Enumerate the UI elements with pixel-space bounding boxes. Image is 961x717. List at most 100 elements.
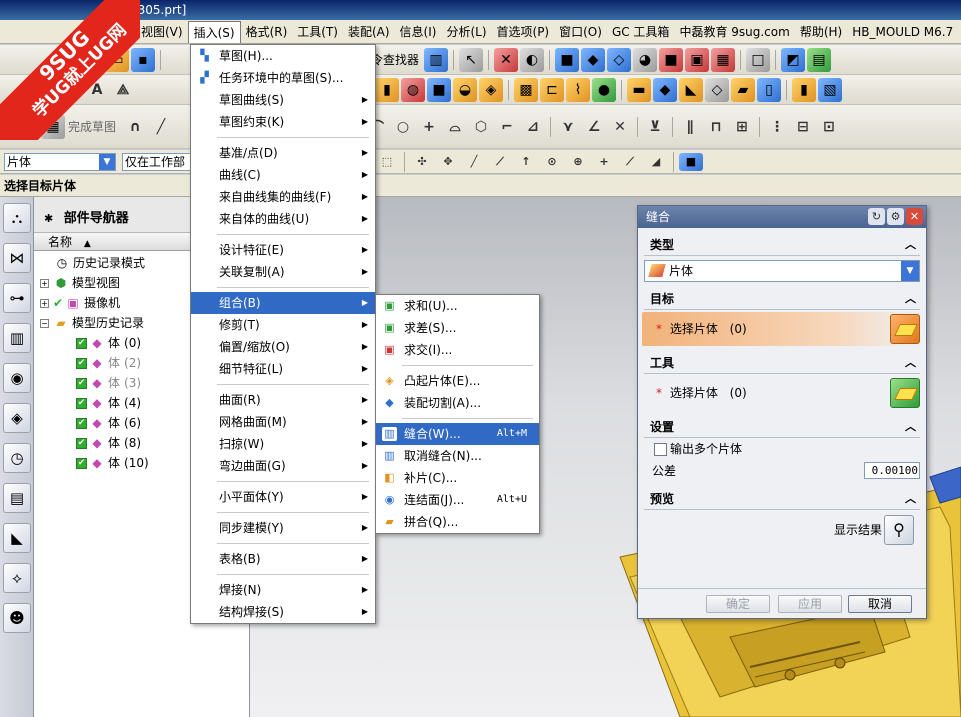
hole-icon[interactable]: ◒	[453, 77, 477, 102]
magnifier-icon[interactable]: ⚲	[884, 515, 914, 545]
extend-icon[interactable]: ⊿	[521, 115, 545, 139]
wire-hidden-icon[interactable]: ▣	[685, 47, 710, 72]
group-header-target[interactable]: 目标 ︿	[644, 288, 920, 310]
tolerance-input[interactable]	[864, 462, 920, 479]
dialog-title-bar[interactable]: 缝合 ↻ ⚙ ✕	[638, 206, 926, 228]
close-icon[interactable]: ✕	[906, 208, 923, 225]
snap-quadrant-icon[interactable]: ⊕	[566, 153, 590, 171]
fillet-sketch-icon[interactable]: ⌓	[443, 115, 467, 139]
visibility-checkbox[interactable]: ✔	[76, 437, 87, 449]
visibility-checkbox[interactable]: ✔	[76, 337, 87, 349]
menu-item-trim[interactable]: 修剪(T) ▶	[191, 314, 375, 336]
group-header-type[interactable]: 类型 ︿	[644, 234, 920, 256]
menu-hb-mould[interactable]: HB_MOULD M6.7	[847, 21, 958, 43]
target-selection[interactable]: * 选择片体 (0)	[642, 312, 922, 346]
point-icon[interactable]: ●	[592, 77, 616, 102]
menu-item-sketch-curve[interactable]: 草图曲线(S) ▶	[191, 89, 375, 111]
cancel-button[interactable]: 取消	[848, 595, 912, 613]
snap-body-icon[interactable]: ■	[679, 152, 703, 171]
snap-box-icon[interactable]: ⬚	[375, 153, 399, 171]
pad-icon[interactable]: ▬	[627, 77, 651, 102]
visibility-checkbox[interactable]: ✔	[76, 377, 87, 389]
datum-plane-icon[interactable]: ⊏	[540, 77, 564, 102]
angle-icon[interactable]: ∠	[582, 115, 606, 139]
menu-item-table[interactable]: 表格(B) ▶	[191, 548, 375, 570]
shaded-icon[interactable]: ■	[659, 47, 684, 72]
snap-move-icon[interactable]: ✥	[436, 153, 460, 171]
menu-gc-toolkit[interactable]: GC 工具箱	[607, 21, 675, 43]
snap-center-icon[interactable]: ⊙	[540, 153, 564, 171]
boss-icon[interactable]: ◈	[479, 77, 503, 102]
snap-on-curve-icon[interactable]: ⟋	[618, 153, 642, 171]
menu-window[interactable]: 窗口(O)	[554, 21, 607, 43]
snap-control-icon[interactable]: ↑	[514, 153, 538, 171]
select-arrow-icon[interactable]: ↖	[459, 47, 484, 72]
fit-view-icon[interactable]: ✕	[494, 47, 519, 72]
finish-sketch-icon[interactable]: ▦	[41, 114, 65, 139]
menu-item-intersect[interactable]: ▣ 求交(I)...	[376, 339, 539, 361]
menu-item-mesh-surface[interactable]: 网格曲面(M) ▶	[191, 411, 375, 433]
select-sheet-icon[interactable]	[890, 314, 920, 344]
menu-item-design-feature[interactable]: 设计特征(E) ▶	[191, 239, 375, 261]
menu-item-datum-point[interactable]: 基准/点(D) ▶	[191, 142, 375, 164]
process-studio-icon[interactable]: ⟡	[3, 563, 31, 593]
menu-item-emboss-sheet[interactable]: ◈ 凸起片体(E)...	[376, 370, 539, 392]
pattern-icon[interactable]: ▩	[514, 77, 538, 102]
snap-line-icon[interactable]: ╱	[462, 153, 486, 171]
menu-item-sketch-in-task[interactable]: ▞ 任务环境中的草图(S)...	[191, 67, 375, 89]
menu-item-curve-from-body[interactable]: 来自体的曲线(U) ▶	[191, 208, 375, 230]
parallel-icon[interactable]: ∥	[678, 115, 702, 139]
offset-curve-icon[interactable]: ⋮	[765, 115, 789, 139]
visualization-icon[interactable]: ◣	[3, 523, 31, 553]
menu-analysis[interactable]: 分析(L)	[441, 21, 491, 43]
line-icon[interactable]: ╱	[149, 115, 173, 139]
visibility-checkbox[interactable]: ✔	[76, 357, 87, 369]
chevron-up-icon[interactable]: ︿	[905, 288, 916, 310]
book-icon[interactable]: ▥	[424, 47, 449, 72]
open-icon[interactable]: ▭	[105, 47, 129, 72]
menu-item-surface[interactable]: 曲面(R) ▶	[191, 389, 375, 411]
assembly-navigator-icon[interactable]: ⛬	[3, 203, 31, 233]
gear-icon[interactable]: ⚙	[887, 208, 904, 225]
snap-existing-icon[interactable]: +	[592, 153, 616, 171]
cross-icon[interactable]: ✕	[608, 115, 632, 139]
menu-zhonglei[interactable]: 中磊教育 9sug.com	[674, 21, 794, 43]
table-sketch-icon[interactable]: ⊓	[704, 115, 728, 139]
select-sheet-icon[interactable]	[890, 378, 920, 408]
menu-item-flange-surface[interactable]: 弯边曲面(G) ▶	[191, 455, 375, 477]
gear-icon[interactable]: ✱	[44, 212, 53, 225]
apply-button[interactable]: 应用	[778, 595, 842, 613]
expand-icon[interactable]: +	[40, 278, 49, 288]
chevron-up-icon[interactable]: ︿	[905, 234, 916, 256]
reuse-library-icon[interactable]: ▥	[3, 323, 31, 353]
finish-sketch-label[interactable]: 完成草图	[68, 118, 116, 135]
output-multiple-checkbox[interactable]	[654, 443, 667, 456]
menu-item-quilt[interactable]: ▰ 拼合(Q)...	[376, 511, 539, 533]
polygon-icon[interactable]: ⬡	[469, 115, 493, 139]
view-wire-icon[interactable]: ◇	[607, 47, 632, 72]
roles-icon[interactable]: ☻	[3, 603, 31, 633]
trim-icon[interactable]: ⌐	[495, 115, 519, 139]
save-icon[interactable]: ▪	[131, 47, 155, 72]
internet-icon[interactable]: ◉	[3, 363, 31, 393]
menu-item-patch[interactable]: ◧ 补片(C)...	[376, 467, 539, 489]
menu-item-offset-scale[interactable]: 偏置/缩放(O) ▶	[191, 336, 375, 358]
menu-item-associative-copy[interactable]: 关联复制(A) ▶	[191, 261, 375, 283]
background-icon[interactable]: □	[746, 47, 771, 72]
patch-icon[interactable]: ▧	[818, 77, 842, 102]
sweep-icon[interactable]: ⌇	[566, 77, 590, 102]
menu-help[interactable]: 帮助(H)	[795, 21, 847, 43]
chevron-down-icon[interactable]: ▼	[99, 153, 115, 170]
help-page-icon[interactable]: ◈	[3, 403, 31, 433]
clip-section-icon[interactable]: ◩	[781, 47, 806, 72]
extrude-icon[interactable]: ▮	[375, 77, 399, 102]
mirror-icon[interactable]: ▮	[792, 77, 816, 102]
part-navigator-icon[interactable]: ⊶	[3, 283, 31, 313]
render-style-icon[interactable]: ◐	[520, 47, 545, 72]
menu-item-curve[interactable]: 曲线(C) ▶	[191, 164, 375, 186]
face-analysis-icon[interactable]: ▦	[711, 47, 736, 72]
menu-item-curve-from-set[interactable]: 来自曲线集的曲线(F) ▶	[191, 186, 375, 208]
view-iso-icon[interactable]: ◆	[581, 47, 606, 72]
group-header-tool[interactable]: 工具 ︿	[644, 352, 920, 374]
dimension-icon[interactable]: ⋎	[556, 115, 580, 139]
